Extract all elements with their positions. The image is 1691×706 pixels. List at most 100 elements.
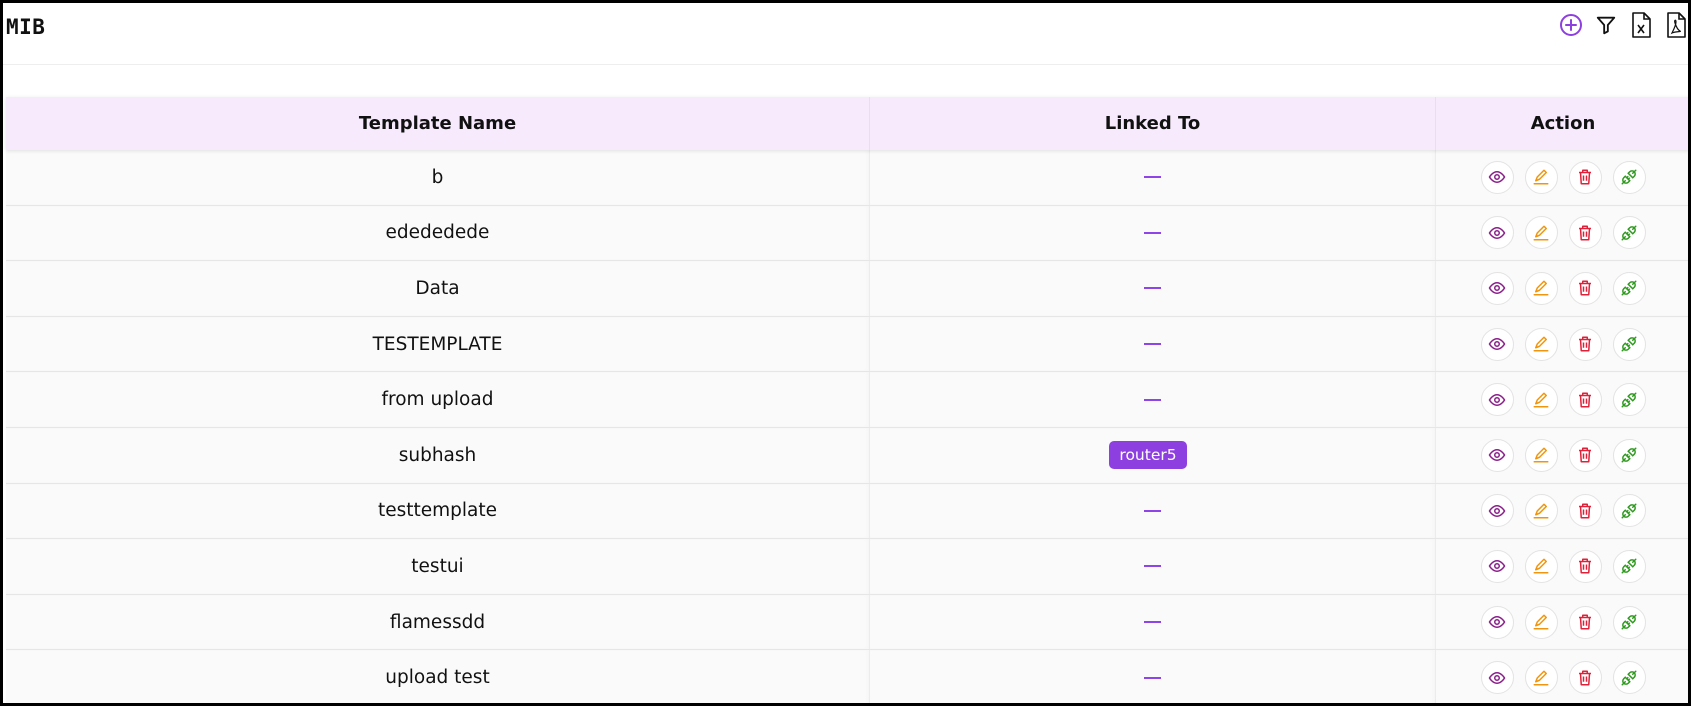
action-cell [1436,428,1688,483]
export-pdf-button[interactable] [1664,12,1688,38]
view-icon [1488,171,1506,184]
filter-button[interactable] [1594,12,1618,38]
link-icon [1621,336,1637,352]
template-name-cell: TESTEMPLATE [6,316,870,372]
link-button[interactable] [1612,438,1646,472]
view-button[interactable] [1480,216,1514,250]
header-linked-to[interactable]: Linked To [870,97,1436,150]
edit-icon [1533,225,1549,241]
delete-button[interactable] [1568,216,1602,250]
delete-button[interactable] [1568,605,1602,639]
table-row: testui [6,539,1688,595]
view-button[interactable] [1480,160,1514,194]
delete-icon [1579,670,1591,686]
view-button[interactable] [1480,494,1514,528]
edit-button[interactable] [1524,216,1558,250]
action-cell [1436,595,1688,650]
template-name-cell: upload test [6,650,870,703]
action-cell [1436,150,1688,205]
table-header: Template Name Linked To Action [6,97,1688,150]
header-template-name[interactable]: Template Name [6,97,870,150]
link-button[interactable] [1612,271,1646,305]
delete-button[interactable] [1568,383,1602,417]
empty-dash [1144,231,1161,234]
view-button[interactable] [1480,438,1514,472]
link-button[interactable] [1612,494,1646,528]
view-button[interactable] [1480,327,1514,361]
delete-button[interactable] [1568,549,1602,583]
link-icon [1621,392,1637,408]
edit-button[interactable] [1524,271,1558,305]
edit-button[interactable] [1524,661,1558,695]
excel-export-icon [1632,12,1651,38]
linked-to-cell [870,650,1436,703]
mib-templates-table: Template Name Linked To Action b edededed… [6,97,1688,703]
template-name-cell: Data [6,261,870,316]
linked-to-cell [870,316,1436,372]
delete-icon [1579,447,1591,463]
row-actions [1480,271,1646,305]
delete-button[interactable] [1568,271,1602,305]
row-actions [1480,383,1646,417]
pdf-export-icon [1667,12,1686,38]
linked-to-cell [870,594,1436,650]
view-icon [1488,338,1506,351]
delete-button[interactable] [1568,438,1602,472]
view-button[interactable] [1480,383,1514,417]
view-button[interactable] [1480,661,1514,695]
linked-to-cell [870,261,1436,316]
template-name-cell: testtemplate [6,483,870,539]
view-icon [1488,504,1506,517]
row-actions [1480,160,1646,194]
link-button[interactable] [1612,661,1646,695]
link-button[interactable] [1612,605,1646,639]
view-button[interactable] [1480,605,1514,639]
edit-button[interactable] [1524,438,1558,472]
view-button[interactable] [1480,549,1514,583]
export-excel-button[interactable] [1629,12,1653,38]
edit-icon [1533,503,1549,519]
edit-icon [1533,392,1549,408]
empty-dash [1144,176,1161,179]
linked-device-badge[interactable]: router5 [1109,441,1187,470]
link-icon [1621,670,1637,686]
delete-icon [1579,614,1591,630]
edit-button[interactable] [1524,494,1558,528]
linked-to-cell [870,205,1436,261]
link-button[interactable] [1612,216,1646,250]
edit-button[interactable] [1524,327,1558,361]
add-button[interactable] [1559,12,1583,38]
empty-dash [1144,509,1161,512]
template-name-cell: subhash [6,427,870,483]
link-button[interactable] [1612,383,1646,417]
view-icon [1488,616,1506,629]
table-row: b [6,150,1688,206]
view-icon [1488,282,1506,295]
empty-dash [1144,287,1161,290]
delete-button[interactable] [1568,494,1602,528]
linked-to-cell [870,150,1436,205]
link-button[interactable] [1612,549,1646,583]
delete-icon [1579,336,1591,352]
template-name-cell: flamessdd [6,594,870,650]
edit-icon [1533,336,1549,352]
table-row: subhash router5 [6,427,1688,484]
view-button[interactable] [1480,271,1514,305]
table-row: Data [6,261,1688,317]
template-name-cell: b [6,150,870,205]
delete-button[interactable] [1568,661,1602,695]
edit-button[interactable] [1524,605,1558,639]
edit-button[interactable] [1524,383,1558,417]
link-button[interactable] [1612,327,1646,361]
action-cell [1436,650,1688,703]
empty-dash [1144,398,1161,401]
delete-button[interactable] [1568,160,1602,194]
edit-button[interactable] [1524,549,1558,583]
delete-button[interactable] [1568,327,1602,361]
link-button[interactable] [1612,160,1646,194]
add-circle-icon [1560,14,1582,36]
view-icon [1488,449,1506,462]
app-frame: MIB Template Name Linked To Action b eded… [0,0,1691,706]
link-icon [1621,614,1637,630]
edit-button[interactable] [1524,160,1558,194]
